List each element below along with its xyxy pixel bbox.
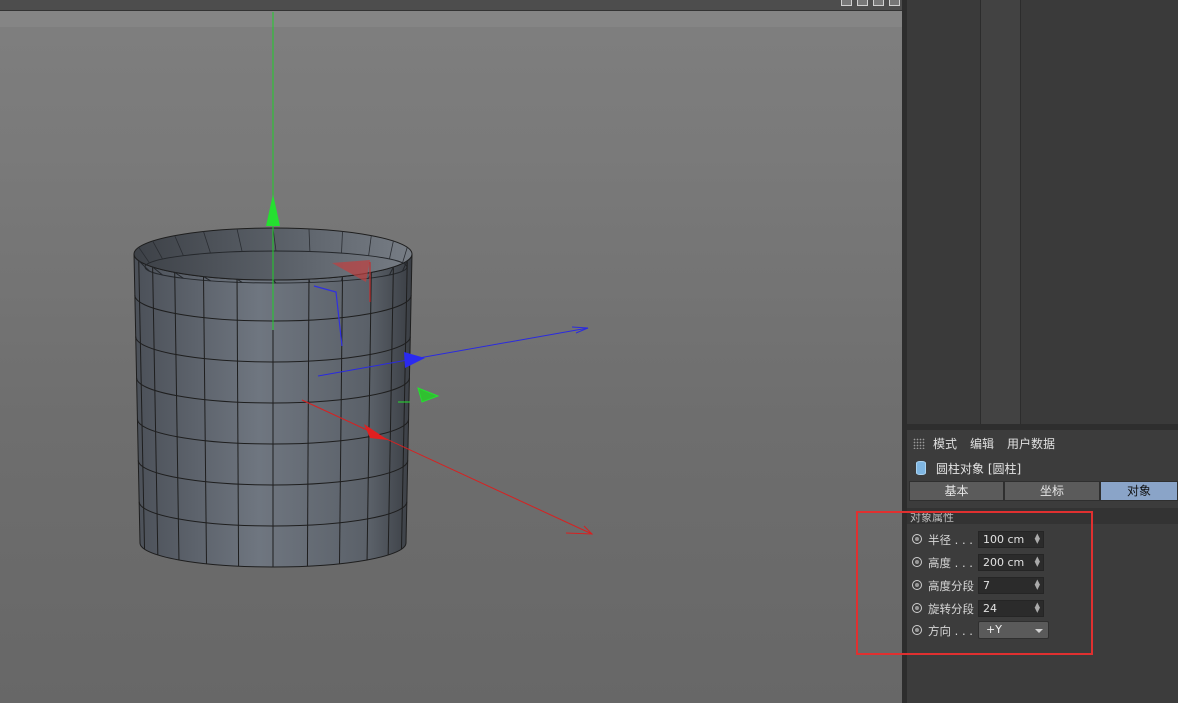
chevron-down-icon (1035, 629, 1043, 633)
param-rotation-segments-row: 旋转分段 24 ▲ ▼ (907, 599, 1178, 619)
animate-radio-icon[interactable] (912, 534, 922, 544)
panel-splitter[interactable] (907, 424, 1178, 430)
param-height-row: 高度 . . . 200 cm ▲ ▼ (907, 553, 1178, 573)
column-divider (1020, 0, 1021, 424)
param-height-segments-field[interactable]: 7 ▲ ▼ (978, 577, 1044, 594)
section-title: 对象属性 (910, 511, 954, 524)
param-radius-row: 半径 . . . 100 cm ▲ ▼ (907, 530, 1178, 550)
param-height-segments-value[interactable]: 7 (983, 579, 990, 592)
param-radius-field[interactable]: 100 cm ▲ ▼ (978, 531, 1044, 548)
tab-coord[interactable]: 坐标 (1004, 481, 1100, 501)
y-axis-arrowhead[interactable] (266, 194, 280, 226)
tab-object[interactable]: 对象 (1100, 481, 1178, 501)
section-header: 对象属性 (907, 508, 1178, 524)
viewport-3d[interactable] (0, 0, 902, 703)
menu-edit[interactable]: 编辑 (970, 435, 994, 452)
column-divider (980, 0, 981, 424)
menu-user-data[interactable]: 用户数据 (1007, 435, 1055, 452)
param-rotation-segments-value[interactable]: 24 (983, 602, 997, 615)
cylinder-icon (916, 461, 926, 475)
x-axis-tip (565, 525, 594, 535)
spinner-arrows-icon[interactable]: ▲ ▼ (1035, 556, 1040, 568)
param-height-field[interactable]: 200 cm ▲ ▼ (978, 554, 1044, 571)
animate-radio-icon[interactable] (912, 557, 922, 567)
spinner-arrows-icon[interactable]: ▲ ▼ (1035, 533, 1040, 545)
param-rotation-segments-label: 旋转分段 (928, 602, 974, 616)
object-manager-column (981, 0, 1020, 424)
attributes-menubar: 模式 编辑 用户数据 (907, 432, 1178, 454)
animate-radio-icon[interactable] (912, 603, 922, 613)
param-radius-label: 半径 . . . (928, 533, 973, 547)
object-header: 圆柱对象 [圆柱] (907, 458, 1178, 478)
param-orientation-row: 方向 . . . +Y (907, 621, 1178, 641)
spinner-arrows-icon[interactable]: ▲ ▼ (1035, 579, 1040, 591)
attribute-tabs: 基本 坐标 对象 (909, 481, 1178, 501)
z-axis-arrowhead[interactable] (404, 352, 425, 368)
param-radius-value[interactable]: 100 cm (983, 533, 1024, 546)
param-height-label: 高度 . . . (928, 556, 973, 570)
tab-basic[interactable]: 基本 (909, 481, 1004, 501)
param-height-segments-row: 高度分段 7 ▲ ▼ (907, 576, 1178, 596)
animate-radio-icon[interactable] (912, 625, 922, 635)
object-manager[interactable] (907, 0, 1178, 424)
param-orientation-dropdown[interactable]: +Y (978, 621, 1049, 639)
spinner-arrows-icon[interactable]: ▲ ▼ (1035, 602, 1040, 614)
menu-mode[interactable]: 模式 (933, 435, 957, 452)
grip-handle-icon[interactable] (913, 437, 925, 449)
param-height-value[interactable]: 200 cm (983, 556, 1024, 569)
param-rotation-segments-field[interactable]: 24 ▲ ▼ (978, 600, 1044, 617)
object-title: 圆柱对象 [圆柱] (936, 461, 1022, 476)
param-height-segments-label: 高度分段 (928, 579, 974, 593)
right-panel: 模式 编辑 用户数据 圆柱对象 [圆柱] 基本 坐标 对象 对象属性 半径 . … (907, 0, 1178, 703)
x-rotation-handle[interactable] (417, 387, 440, 403)
scene-canvas[interactable] (0, 0, 902, 703)
animate-radio-icon[interactable] (912, 580, 922, 590)
param-orientation-value[interactable]: +Y (986, 623, 1002, 636)
param-orientation-label: 方向 . . . (928, 624, 973, 638)
